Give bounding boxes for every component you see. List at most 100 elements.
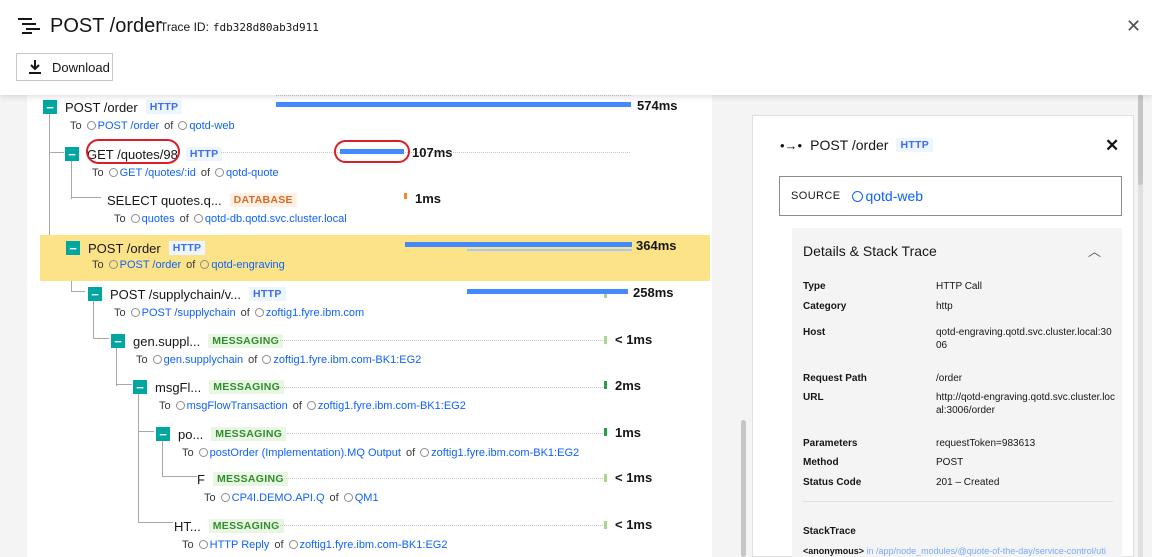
- span-name: HT...: [174, 518, 201, 534]
- to-label: To: [159, 400, 171, 412]
- source-link[interactable]: qotd-web: [852, 188, 923, 204]
- collapse-toggle[interactable]: −: [65, 147, 79, 161]
- trace-tree-panel: − POST /order HTTP To POST /order of qot…: [27, 95, 712, 557]
- span-type-badge: MESSAGING: [209, 380, 285, 394]
- span-row[interactable]: − gen.suppl... MESSAGING To gen.supplych…: [27, 331, 697, 377]
- service-link[interactable]: QM1: [343, 492, 379, 504]
- page-title: POST /order: [50, 15, 162, 37]
- field-key: Category: [803, 301, 847, 312]
- trace-id-label: Trace ID: fdb328d80ab3d911: [160, 20, 319, 34]
- span-duration: < 1ms: [615, 332, 653, 347]
- collapse-toggle[interactable]: −: [133, 380, 147, 394]
- timeline-marker: [604, 336, 607, 344]
- endpoint-label: postOrder (Implementation).MQ Output: [209, 447, 401, 459]
- endpoint-link[interactable]: POST /supplychain: [130, 307, 236, 319]
- span-name: POST /order: [88, 240, 161, 256]
- endpoint-icon: [198, 448, 208, 457]
- endpoint-link[interactable]: postOrder (Implementation).MQ Output: [198, 447, 401, 459]
- span-type-badge: HTTP: [249, 287, 286, 301]
- service-label: qotd-engraving: [211, 259, 285, 271]
- span-type-badge: HTTP: [185, 147, 223, 161]
- source-label: SOURCE: [791, 190, 841, 202]
- collapse-toggle[interactable]: −: [156, 427, 170, 441]
- span-duration: 364ms: [636, 238, 677, 253]
- details-title: Details & Stack Trace: [803, 243, 937, 259]
- tree-scrollbar[interactable]: [741, 420, 746, 557]
- of-label: of: [200, 167, 211, 179]
- timeline-guide: [287, 433, 603, 434]
- to-label: To: [114, 213, 126, 225]
- collapse-toggle[interactable]: −: [66, 241, 80, 255]
- download-icon: [29, 60, 41, 74]
- service-icon: [200, 260, 210, 269]
- service-link[interactable]: zoftig1.fyre.ibm.com: [254, 307, 364, 319]
- details-accordion: Details & Stack Trace ︿ Type HTTP Call C…: [792, 228, 1122, 557]
- stacktrace-path: in /app/node_modules/@quote-of-the-day/s…: [866, 546, 1106, 556]
- detail-type-badge: HTTP: [896, 138, 934, 152]
- stacktrace-line: <anonymous> in /app/node_modules/@quote-…: [803, 546, 1115, 556]
- span-row[interactable]: − po... MESSAGING To postOrder (Implemen…: [27, 424, 697, 470]
- field-value: qotd-engraving.qotd.svc.cluster.local:30…: [936, 327, 1112, 351]
- field-key: Status Code: [803, 477, 862, 488]
- span-type-badge: HTTP: [145, 100, 183, 114]
- endpoint-icon: [108, 168, 118, 177]
- span-name: SELECT quotes.q...: [107, 192, 222, 208]
- endpoint-link[interactable]: HTTP Reply: [198, 539, 270, 551]
- span-type-badge: MESSAGING: [211, 427, 287, 441]
- span-duration: 1ms: [415, 191, 442, 206]
- collapse-toggle[interactable]: −: [88, 287, 102, 301]
- service-label: qotd-quote: [226, 167, 279, 179]
- collapse-toggle[interactable]: −: [111, 334, 125, 348]
- to-label: To: [136, 354, 148, 366]
- trace-id-value: fdb328d80ab3d911: [212, 21, 319, 34]
- endpoint-label: POST /supplychain: [141, 307, 236, 319]
- chevron-up-icon[interactable]: ︿: [1088, 241, 1101, 260]
- span-name: F: [197, 471, 205, 487]
- service-icon: [178, 121, 188, 130]
- service-icon: [343, 493, 353, 502]
- endpoint-link[interactable]: CP4I.DEMO.API.Q: [220, 492, 325, 504]
- service-icon: [254, 308, 264, 317]
- detail-scrollbar[interactable]: [1138, 95, 1143, 185]
- service-link[interactable]: qotd-db.qotd.svc.cluster.local: [193, 213, 347, 225]
- endpoint-label: HTTP Reply: [209, 539, 270, 551]
- close-icon[interactable]: ✕: [1105, 136, 1119, 156]
- field-key: URL: [803, 392, 824, 403]
- service-link[interactable]: zoftig1.fyre.ibm.com-BK1:EG2: [288, 539, 447, 551]
- service-label: zoftig1.fyre.ibm.com-BK1:EG2: [431, 447, 580, 459]
- timeline-bar: [276, 102, 631, 107]
- service-link[interactable]: qotd-web: [178, 120, 235, 132]
- endpoint-label: msgFlowTransaction: [186, 400, 288, 412]
- service-link[interactable]: qotd-engraving: [200, 259, 285, 271]
- of-label: of: [248, 354, 258, 366]
- span-row[interactable]: − msgFl... MESSAGING To msgFlowTransacti…: [27, 377, 697, 423]
- timeline-guide: [276, 95, 631, 96]
- service-icon: [262, 355, 272, 364]
- endpoint-label: CP4I.DEMO.API.Q: [231, 492, 325, 504]
- close-icon[interactable]: ✕: [1126, 16, 1141, 37]
- service-link[interactable]: qotd-quote: [215, 167, 279, 179]
- service-label: qotd-db.qotd.svc.cluster.local: [204, 213, 347, 225]
- download-button[interactable]: Download: [16, 53, 113, 81]
- endpoint-link[interactable]: msgFlowTransaction: [175, 400, 288, 412]
- service-link[interactable]: zoftig1.fyre.ibm.com-BK1:EG2: [262, 354, 421, 366]
- to-label: To: [92, 167, 104, 179]
- span-row[interactable]: F MESSAGING To CP4I.DEMO.API.Q of QM1: [27, 469, 697, 515]
- span-row[interactable]: SELECT quotes.q... DATABASE To quotes of…: [27, 190, 697, 236]
- collapse-toggle[interactable]: −: [43, 100, 57, 114]
- service-link[interactable]: zoftig1.fyre.ibm.com-BK1:EG2: [420, 447, 579, 459]
- endpoint-link[interactable]: quotes: [130, 213, 175, 225]
- service-link[interactable]: zoftig1.fyre.ibm.com-BK1:EG2: [306, 400, 466, 412]
- endpoint-link[interactable]: gen.supplychain: [152, 354, 243, 366]
- endpoint-link[interactable]: POST /order: [108, 259, 181, 271]
- endpoint-link[interactable]: POST /order: [86, 120, 159, 132]
- span-type-badge: HTTP: [168, 241, 206, 255]
- stacktrace-label: StackTrace: [803, 526, 856, 537]
- timeline-marker: [604, 521, 607, 529]
- span-detail-panel: •→• POST /order HTTP ✕ SOURCE qotd-web D…: [752, 115, 1134, 557]
- span-row[interactable]: HT... MESSAGING To HTTP Reply of zoftig1…: [27, 516, 697, 557]
- trace-id-caption: Trace ID:: [160, 20, 209, 34]
- span-name: po...: [178, 426, 204, 442]
- endpoint-link[interactable]: GET /quotes/:id: [108, 167, 196, 179]
- source-box: SOURCE qotd-web: [779, 176, 1122, 216]
